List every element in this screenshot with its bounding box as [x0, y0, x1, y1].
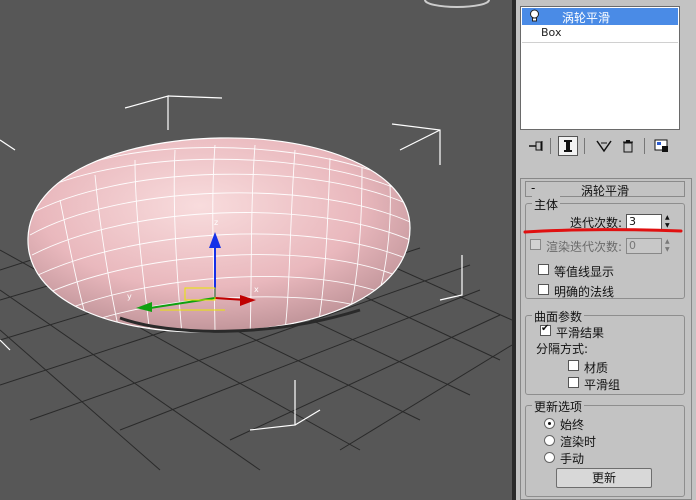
explicit-normals-label: 明确的法线 [554, 285, 615, 299]
update-always-label: 始终 [560, 418, 585, 432]
explicit-normals-checkbox[interactable] [538, 284, 549, 295]
z-axis-label: z [214, 218, 218, 227]
remove-modifier-icon[interactable] [618, 136, 638, 156]
modifier-stack-item-label: 涡轮平滑 [562, 11, 611, 25]
smoothing-groups-checkbox[interactable] [568, 377, 579, 388]
isoline-label: 等值线显示 [554, 265, 615, 279]
update-always-radio[interactable] [544, 418, 555, 429]
update-button[interactable]: 更新 [556, 468, 652, 488]
y-axis-label: y [127, 292, 132, 301]
turbosmooth-mesh [27, 137, 411, 333]
separate-by-label: 分隔方式: [536, 342, 589, 356]
turbosmooth-rollout: - 涡轮平滑 主体 迭代次数: 3 ▲ ▼ 渲染迭代次数: 0 ▲ ▼ 等值线显示 … [520, 178, 692, 500]
show-end-result-icon[interactable] [558, 136, 578, 156]
red-annotation-line [523, 228, 683, 234]
smoothing-groups-label: 平滑组 [584, 378, 621, 392]
update-on-render-label: 渲染时 [560, 435, 597, 449]
smooth-result-label: 平滑结果 [556, 326, 605, 340]
surface-group-title: 曲面参数 [532, 308, 585, 325]
materials-label: 材质 [584, 361, 609, 375]
update-options-group: 更新选项 始终 渲染时 手动 更新 [525, 398, 685, 497]
render-iters-input[interactable]: 0 [626, 238, 662, 254]
update-manual-radio[interactable] [544, 452, 555, 463]
smooth-result-checkbox[interactable] [540, 323, 551, 336]
update-manual-label: 手动 [560, 452, 585, 466]
modifier-stack-item-turbosmooth[interactable]: 涡轮平滑 [522, 8, 678, 25]
modifier-stack-item-box[interactable]: Box [541, 26, 561, 39]
update-group-title: 更新选项 [532, 398, 585, 415]
make-unique-icon[interactable] [594, 136, 614, 156]
command-panel: 涡轮平滑 Box - 涡轮平滑 主体 迭代次数: 3 ▲ ▼ 渲染迭代次数: 0… [516, 0, 696, 500]
modifier-stack-list[interactable]: 涡轮平滑 Box [520, 6, 680, 130]
materials-checkbox[interactable] [568, 360, 579, 371]
isoline-checkbox[interactable] [538, 264, 549, 275]
main-group-title: 主体 [532, 196, 561, 213]
modifier-stack-toolbar [520, 134, 690, 158]
render-iters-checkbox[interactable] [530, 239, 541, 250]
render-iters-label: 渲染迭代次数: [546, 240, 623, 254]
x-axis-label: x [254, 285, 259, 294]
perspective-viewport[interactable]: z x y [0, 0, 512, 500]
render-iters-spinner[interactable]: ▲ ▼ [664, 238, 674, 254]
viewcube-ring [424, 0, 490, 8]
pin-stack-icon[interactable] [526, 136, 546, 156]
surface-parameters-group: 曲面参数 平滑结果 分隔方式: 材质 平滑组 [525, 308, 685, 395]
lightbulb-icon[interactable] [529, 9, 540, 23]
rollout-header[interactable]: - 涡轮平滑 [525, 181, 685, 198]
update-on-render-radio[interactable] [544, 435, 555, 446]
stack-separator [522, 42, 678, 43]
configure-modifier-sets-icon[interactable] [652, 136, 672, 156]
main-group: 主体 迭代次数: 3 ▲ ▼ 渲染迭代次数: 0 ▲ ▼ 等值线显示 明确的法线 [525, 196, 685, 299]
viewport-scene: z x y [0, 0, 512, 471]
